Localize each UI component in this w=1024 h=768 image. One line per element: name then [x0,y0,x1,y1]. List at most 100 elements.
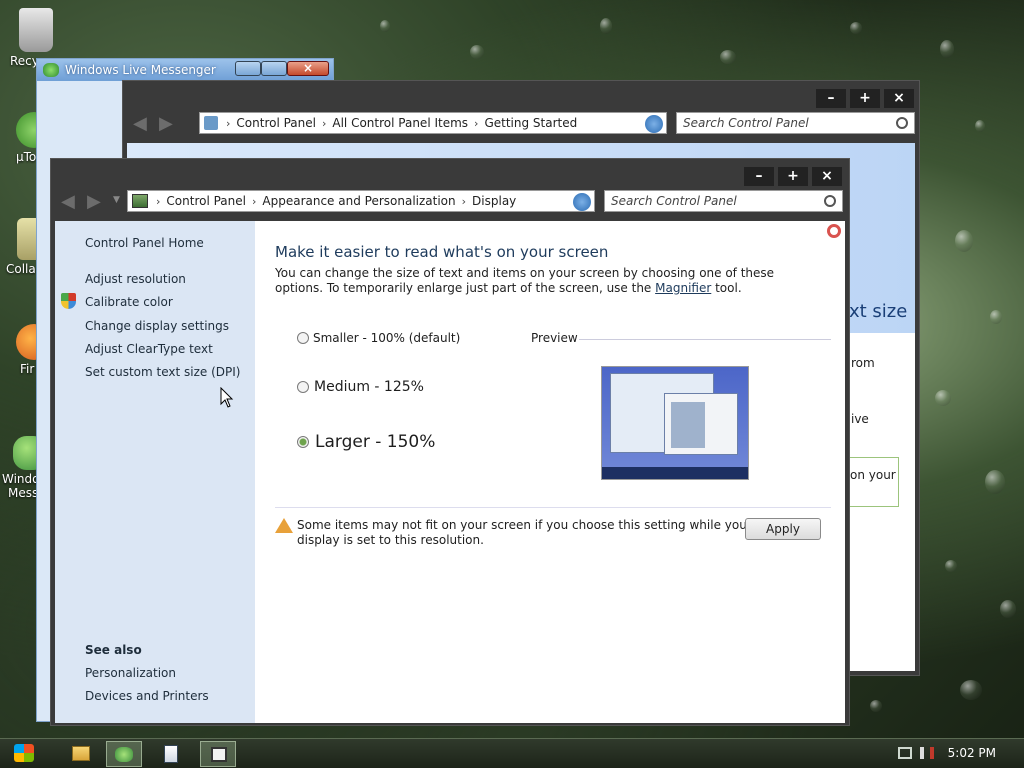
document-icon [164,745,178,763]
display-window[interactable]: – + × ◀ ▶ ▼ › Control Panel › Appearance… [50,158,850,726]
maximize-button[interactable]: + [850,89,880,108]
behind-text-line2: ive [851,412,869,426]
behind-heading-fragment: xt size [849,301,908,322]
minimize-button[interactable]: – [816,89,846,108]
breadcrumb-appearance[interactable]: Appearance and Personalization [262,194,455,208]
breadcrumb-control-panel[interactable]: Control Panel [166,194,246,208]
sidebar-custom-text-size[interactable]: Set custom text size (DPI) [85,365,240,379]
search-input[interactable]: Search Control Panel [676,112,915,134]
maximize-button[interactable]: + [778,167,808,186]
display-sidebar: Control Panel Home Adjust resolution Cal… [55,221,255,723]
sidebar-control-panel-home[interactable]: Control Panel Home [85,236,204,250]
description-text-end: tool. [711,281,742,295]
help-icon[interactable] [827,224,841,238]
option-smaller[interactable]: Smaller - 100% (default) [297,331,460,345]
breadcrumb-control-panel[interactable]: Control Panel [236,116,316,130]
shield-icon [61,293,76,309]
taskbar-explorer-button[interactable] [64,741,100,767]
behind-text-line1: rom [851,356,875,370]
behind-text-line3: on your [850,468,896,482]
breadcrumb-separator: › [156,194,161,208]
mouse-cursor-icon [220,387,234,408]
start-button[interactable] [8,741,44,767]
sidebar-adjust-cleartype[interactable]: Adjust ClearType text [85,342,213,356]
display-control-panel-icon [132,194,148,208]
back-arrow-icon[interactable]: ◀ [133,113,147,134]
search-placeholder: Search Control Panel [611,194,737,208]
page-title: Make it easier to read what's on your sc… [275,243,609,261]
refresh-icon[interactable] [645,115,663,133]
options-divider [275,507,831,508]
control-panel-icon [204,116,218,130]
taskbar-clock[interactable]: 5:02 PM [948,746,996,760]
magnifier-link[interactable]: Magnifier [655,281,711,295]
sidebar-adjust-resolution[interactable]: Adjust resolution [85,272,186,286]
recent-pages-chevron-icon[interactable]: ▼ [113,195,120,205]
close-button[interactable]: × [884,89,914,108]
search-icon[interactable] [824,195,836,207]
breadcrumb-separator: › [461,194,467,208]
see-also-heading: See also [85,643,142,657]
volume-muted-icon[interactable] [920,747,934,759]
minimize-button[interactable]: – [744,167,774,186]
sidebar-change-display-settings[interactable]: Change display settings [85,319,229,333]
breadcrumb-separator: › [474,116,479,130]
sidebar-devices-printers[interactable]: Devices and Printers [85,689,209,703]
breadcrumb-all-items[interactable]: All Control Panel Items [332,116,468,130]
breadcrumb-separator: › [251,194,257,208]
sidebar-calibrate-color[interactable]: Calibrate color [85,295,173,309]
trash-icon [19,8,53,52]
apply-button[interactable]: Apply [745,518,821,540]
breadcrumb-separator: › [226,116,231,130]
option-label: Smaller - 100% (default) [313,331,461,345]
close-button[interactable]: × [812,167,842,186]
preview-label: Preview [531,331,578,345]
getting-started-navbar: ◀ ▶ › Control Panel › All Control Panel … [123,111,921,135]
search-input[interactable]: Search Control Panel [604,190,843,212]
page-description: You can change the size of text and item… [275,266,815,296]
preview-window-front [664,393,738,455]
breadcrumb-separator: › [321,116,327,130]
refresh-icon[interactable] [573,193,591,211]
search-placeholder: Search Control Panel [683,116,809,130]
minimize-button[interactable] [235,61,261,76]
forward-arrow-icon[interactable]: ▶ [87,191,101,212]
breadcrumb-getting-started[interactable]: Getting Started [484,116,577,130]
control-panel-icon [211,747,227,762]
forward-arrow-icon[interactable]: ▶ [159,113,173,134]
option-medium[interactable]: Medium - 125% [297,379,424,395]
messenger-icon [115,747,133,762]
system-tray: 5:02 PM [884,739,1024,768]
preview-divider [579,339,831,340]
taskbar-document-button[interactable] [154,741,190,767]
address-bar[interactable]: › Control Panel › Appearance and Persona… [127,190,595,212]
taskbar-messenger-button[interactable] [106,741,142,767]
back-arrow-icon[interactable]: ◀ [61,191,75,212]
messenger-titlebar[interactable]: Windows Live Messenger × [37,59,333,81]
messenger-title: Windows Live Messenger [65,63,216,77]
display-content: Make it easier to read what's on your sc… [255,221,845,723]
taskbar-control-panel-button[interactable] [200,741,236,767]
warning-text: Some items may not fit on your screen if… [297,518,752,547]
radio-larger[interactable] [297,436,309,448]
network-icon[interactable] [898,747,912,759]
preview-taskbar [602,467,748,479]
windows-logo-icon [14,744,34,762]
taskbar: 5:02 PM [0,738,1024,768]
sidebar-personalization[interactable]: Personalization [85,666,176,680]
restore-button[interactable] [261,61,287,76]
messenger-icon [43,63,59,77]
close-button[interactable]: × [287,61,329,76]
display-titlebar[interactable]: – + × [51,159,849,189]
address-bar[interactable]: › Control Panel › All Control Panel Item… [199,112,667,134]
behind-option-box[interactable]: on your [845,457,899,507]
radio-medium[interactable] [297,381,309,393]
option-larger[interactable]: Larger - 150% [297,432,435,452]
display-navbar: ◀ ▶ ▼ › Control Panel › Appearance and P… [51,189,851,213]
radio-smaller[interactable] [297,332,309,344]
search-icon[interactable] [896,117,908,129]
option-label: Larger - 150% [315,432,436,452]
getting-started-titlebar[interactable]: – + × [123,81,919,111]
warning-icon [275,518,293,533]
breadcrumb-display[interactable]: Display [472,194,516,208]
